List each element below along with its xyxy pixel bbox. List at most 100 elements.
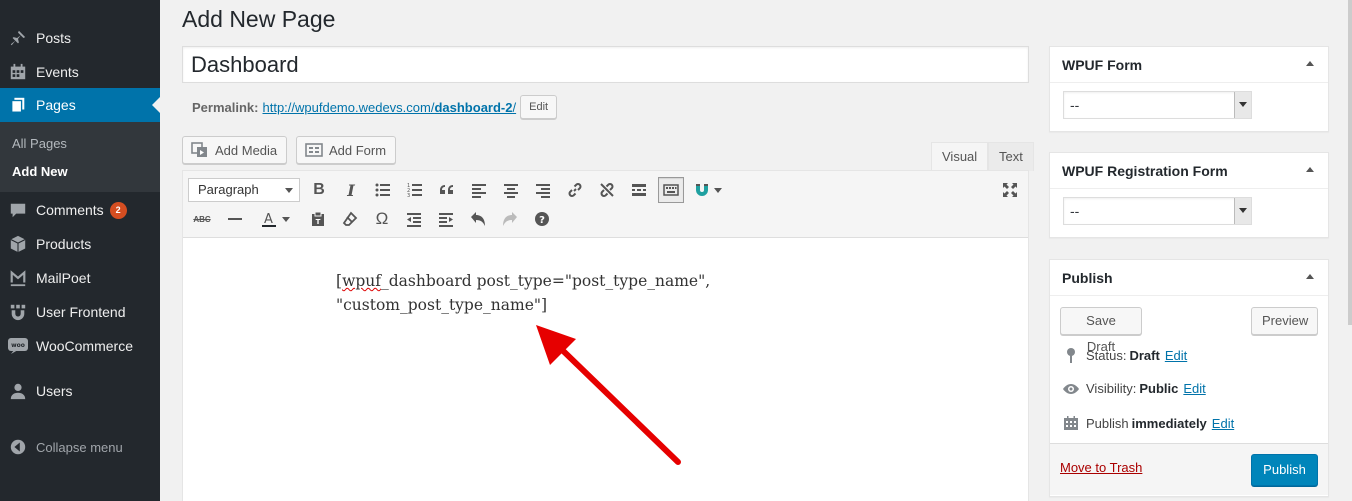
visibility-label: Visibility: (1086, 381, 1137, 396)
outdent-icon (407, 213, 421, 227)
clear-formatting-button[interactable] (338, 207, 362, 231)
bold-button[interactable]: B (307, 178, 331, 202)
add-media-button[interactable]: Add Media (182, 136, 287, 164)
italic-button[interactable]: I (339, 178, 363, 202)
sidebar-item-label: Events (36, 64, 79, 80)
admin-sidebar: Posts Events Pages All Pages Add New Com… (0, 0, 160, 501)
major-publishing-actions: Move to Trash Publish (1050, 443, 1328, 495)
content-line-1-rest: _dashboard post_type="post_type_name", (380, 272, 711, 290)
publish-button[interactable]: Publish (1251, 454, 1318, 486)
collapse-menu-button[interactable]: Collapse menu (0, 430, 160, 464)
save-draft-button[interactable]: Save Draft (1060, 307, 1142, 354)
align-right-button[interactable] (531, 178, 555, 202)
text-color-button[interactable]: A (255, 207, 295, 231)
collapse-icon (8, 437, 28, 457)
redo-button[interactable] (498, 207, 522, 231)
collapse-menu-label: Collapse menu (36, 439, 123, 455)
insert-link-button[interactable] (563, 178, 587, 202)
sidebar-item-products[interactable]: Products (0, 227, 160, 261)
editor-content[interactable]: [wpuf_dashboard post_type="post_type_nam… (336, 269, 736, 317)
tab-visual[interactable]: Visual (931, 142, 989, 171)
content-misspelled-word: wpuf (342, 272, 381, 290)
wpuf-form-select[interactable]: -- (1063, 91, 1252, 119)
tab-text[interactable]: Text (988, 142, 1034, 171)
comment-icon (8, 200, 28, 220)
sidebar-item-label: WooCommerce (36, 338, 133, 354)
align-left-button[interactable] (467, 178, 491, 202)
collapse-toggle-icon[interactable] (1306, 61, 1314, 66)
keyboard-icon (663, 184, 679, 196)
scrollbar[interactable] (1348, 0, 1352, 325)
submenu-add-new[interactable]: Add New (12, 164, 68, 179)
link-icon (568, 183, 582, 197)
toolbar-toggle-button[interactable] (658, 177, 684, 203)
sidebar-item-label: Pages (36, 97, 76, 113)
fullscreen-button[interactable] (998, 178, 1022, 202)
svg-text:T: T (316, 218, 321, 226)
numbered-list-icon: 123 (407, 183, 422, 198)
collapse-toggle-icon[interactable] (1306, 167, 1314, 172)
add-form-button[interactable]: Add Form (296, 136, 396, 164)
sidebar-item-events[interactable]: Events (0, 55, 160, 89)
status-edit-link[interactable]: Edit (1165, 348, 1187, 363)
unlink-button[interactable] (595, 178, 619, 202)
shortcode-dropdown-button[interactable] (688, 178, 728, 202)
sidebar-item-pages[interactable]: Pages (0, 88, 160, 122)
wpuf-form-header[interactable]: WPUF Form (1050, 47, 1328, 83)
visibility-edit-link[interactable]: Edit (1183, 381, 1205, 396)
add-form-label: Add Form (329, 142, 387, 158)
special-character-button[interactable]: Ω (370, 207, 394, 231)
italic-icon: I (347, 180, 355, 200)
permalink-base: http://wpufdemo.wedevs.com/ (262, 99, 435, 115)
horizontal-line-button[interactable] (223, 207, 247, 231)
submenu-all-pages[interactable]: All Pages (12, 136, 67, 151)
chevron-down-icon (1234, 92, 1251, 118)
sidebar-item-label: User Frontend (36, 304, 126, 320)
sidebar-item-posts[interactable]: Posts (0, 21, 160, 55)
strikethrough-button[interactable]: ABC (190, 207, 214, 231)
box-icon (8, 234, 28, 254)
sidebar-item-label: Products (36, 236, 92, 252)
post-title-input[interactable]: Dashboard (182, 46, 1029, 83)
editor-toolbar: Paragraph B I 123 ABC A T Ω ? (183, 171, 1028, 238)
format-select-value: Paragraph (198, 182, 259, 197)
align-center-button[interactable] (499, 178, 523, 202)
sidebar-item-user-frontend[interactable]: User Frontend (0, 295, 160, 329)
magnet-icon (696, 184, 708, 196)
form-icon (305, 143, 323, 157)
publish-schedule-edit-link[interactable]: Edit (1212, 416, 1234, 431)
sidebar-item-woocommerce[interactable]: woo WooCommerce (0, 329, 160, 363)
read-more-button[interactable] (627, 178, 651, 202)
content-line-2: "custom_post_type_name"] (336, 296, 548, 314)
indent-button[interactable] (434, 207, 458, 231)
format-select[interactable]: Paragraph (188, 178, 300, 202)
blockquote-button[interactable] (435, 178, 459, 202)
wpuf-registration-form-header[interactable]: WPUF Registration Form (1050, 153, 1328, 189)
paste-text-button[interactable]: T (306, 207, 330, 231)
permalink-edit-button[interactable]: Edit (520, 95, 558, 119)
publish-schedule-value: immediately (1131, 415, 1207, 431)
publish-header[interactable]: Publish (1050, 260, 1328, 296)
sidebar-item-users[interactable]: Users (0, 374, 160, 408)
sidebar-item-label: Posts (36, 30, 72, 46)
redo-icon (503, 212, 517, 226)
collapse-toggle-icon[interactable] (1306, 274, 1314, 279)
bullet-list-button[interactable] (371, 178, 395, 202)
outdent-button[interactable] (402, 207, 426, 231)
wpuf-form-box: WPUF Form -- (1049, 46, 1329, 132)
pin-icon (1062, 347, 1080, 363)
preview-button[interactable]: Preview (1251, 307, 1318, 335)
permalink-slug: dashboard-2 (434, 99, 513, 115)
numbered-list-button[interactable]: 123 (403, 178, 427, 202)
horizontal-line-icon (228, 218, 242, 220)
help-button[interactable]: ? (530, 207, 554, 231)
sidebar-item-comments[interactable]: Comments 2 (0, 193, 160, 227)
publish-schedule-label: Publish (1086, 415, 1129, 431)
sidebar-item-mailpoet[interactable]: MailPoet (0, 261, 160, 295)
permalink-link[interactable]: http://wpufdemo.wedevs.com/dashboard-2/ (262, 100, 516, 115)
undo-button[interactable] (466, 207, 490, 231)
wpuf-registration-form-select[interactable]: -- (1063, 197, 1252, 225)
move-to-trash-link[interactable]: Move to Trash (1060, 460, 1142, 475)
text-color-icon: A (262, 212, 276, 227)
svg-text:3: 3 (407, 193, 410, 198)
